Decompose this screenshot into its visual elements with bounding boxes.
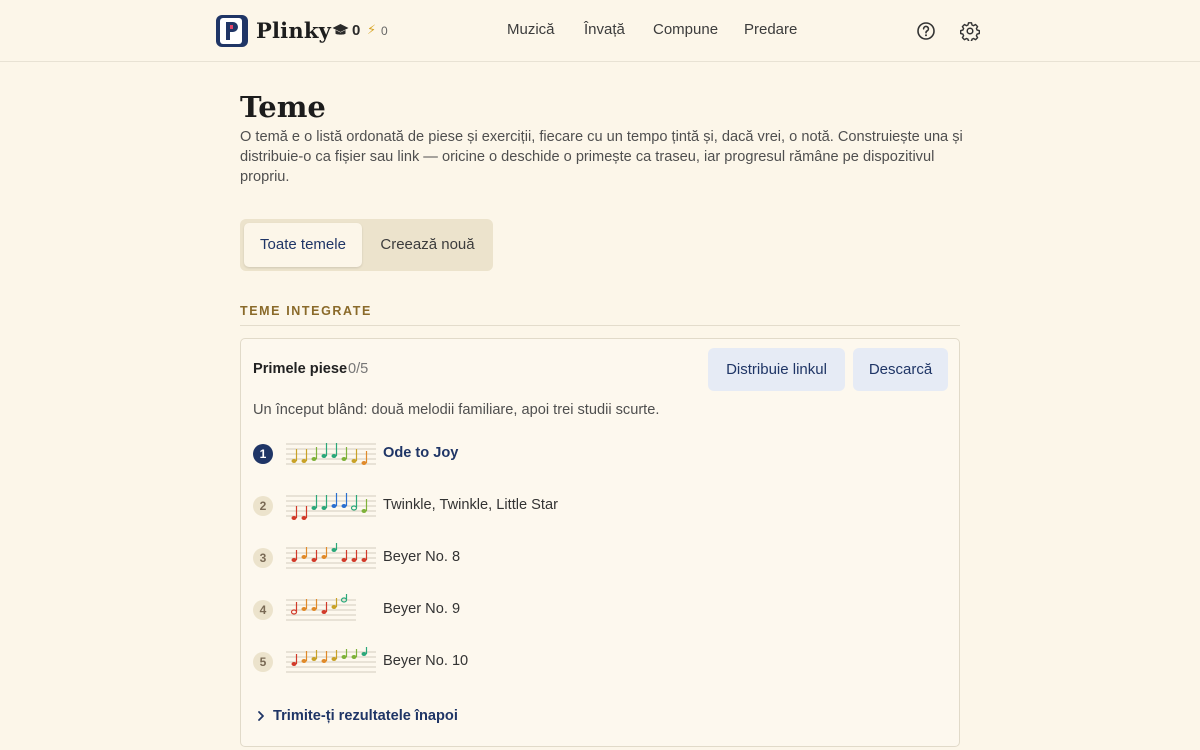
send-results-link[interactable]: Trimite-ți rezultatele înapoi xyxy=(273,708,458,724)
bolt-icon: ⚡ xyxy=(367,22,377,37)
plinky-logo[interactable] xyxy=(216,15,248,47)
item-number: 3 xyxy=(253,548,273,568)
tab-create-new[interactable]: Creează nouă xyxy=(366,223,489,267)
nav-predare[interactable]: Predare xyxy=(744,21,797,38)
notation-thumbnail xyxy=(286,594,356,621)
share-link-button[interactable]: Distribuie linkul xyxy=(708,348,845,391)
item-number: 5 xyxy=(253,652,273,672)
item-number: 1 xyxy=(253,444,273,464)
list-item[interactable]: 5 Beyer No. 10 xyxy=(253,647,953,674)
page-title: Teme xyxy=(240,90,326,124)
tab-all-themes[interactable]: Toate temele xyxy=(244,223,362,267)
item-number: 4 xyxy=(253,600,273,620)
nav-invata[interactable]: Învață xyxy=(584,21,625,38)
download-button[interactable]: Descarcă xyxy=(853,348,948,391)
section-divider xyxy=(240,325,960,326)
item-number: 2 xyxy=(253,496,273,516)
section-heading: TEME INTEGRATE xyxy=(240,304,372,318)
piece-title[interactable]: Beyer No. 8 xyxy=(383,549,460,565)
notation-thumbnail xyxy=(286,493,376,520)
piece-title[interactable]: Ode to Joy xyxy=(383,445,458,461)
notation-thumbnail xyxy=(286,543,376,569)
theme-card: Primele piese 0/5 Distribuie linkul Desc… xyxy=(240,338,960,747)
piece-title[interactable]: Beyer No. 9 xyxy=(383,601,460,617)
gear-icon[interactable] xyxy=(960,21,980,41)
piece-title[interactable]: Beyer No. 10 xyxy=(383,653,468,669)
brand-name[interactable]: Plinky xyxy=(256,18,331,43)
top-bar: Plinky 0 ⚡ 0 Muzică Învață Compune Preda… xyxy=(0,0,1200,62)
list-item[interactable]: 2 Twinkle, Twinkle, Little Star xyxy=(253,493,953,520)
tab-group: Toate temele Creează nouă xyxy=(240,219,493,271)
notation-thumbnail xyxy=(286,443,376,465)
list-item[interactable]: 1 Ode to Joy xyxy=(253,442,953,466)
page-description: O temă e o listă ordonată de piese și ex… xyxy=(240,129,963,185)
list-item[interactable]: 4 Beyer No. 9 xyxy=(253,594,953,622)
nav-muzica[interactable]: Muzică xyxy=(507,21,555,38)
lessons-count: 0 xyxy=(352,22,361,39)
theme-description: Un început blând: două melodii familiare… xyxy=(253,402,660,418)
theme-title: Primele piese xyxy=(253,361,348,377)
piece-title[interactable]: Twinkle, Twinkle, Little Star xyxy=(383,497,558,513)
list-item[interactable]: 3 Beyer No. 8 xyxy=(253,543,953,570)
chevron-right-icon[interactable] xyxy=(255,710,267,722)
graduation-cap-icon xyxy=(332,24,349,35)
streak-count: 0 xyxy=(381,24,388,38)
help-circle-icon[interactable] xyxy=(916,21,936,41)
nav-compune[interactable]: Compune xyxy=(653,21,718,38)
notation-thumbnail xyxy=(286,647,376,673)
theme-progress: 0/5 xyxy=(348,361,369,377)
